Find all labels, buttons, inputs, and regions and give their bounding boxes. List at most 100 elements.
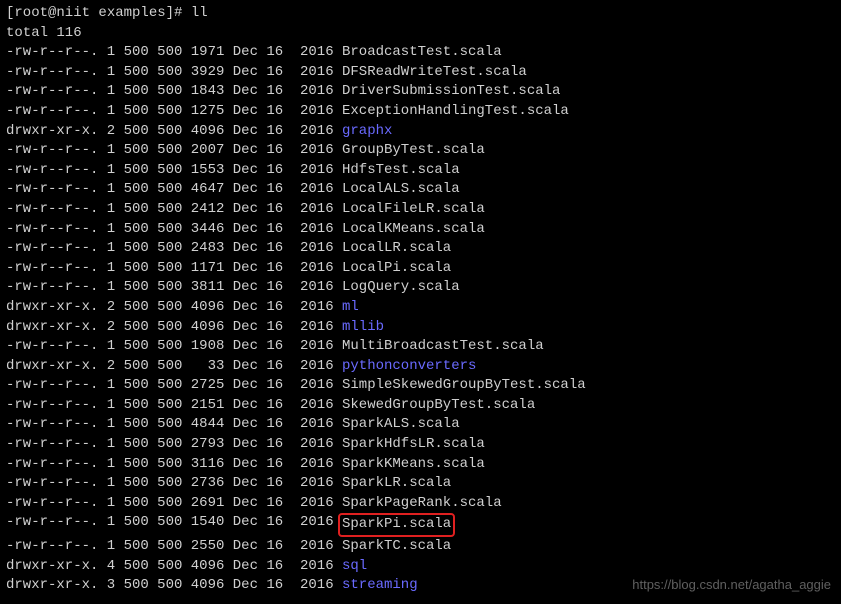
- terminal-prompt[interactable]: [root@niit examples]# ll: [6, 4, 835, 24]
- file-row: -rw-r--r--.15005001908Dec162016MultiBroa…: [6, 337, 835, 357]
- file-size: 4096: [182, 298, 224, 318]
- file-day: 16: [258, 63, 283, 83]
- file-year: 2016: [283, 180, 333, 200]
- file-year: 2016: [283, 415, 333, 435]
- file-size: 1275: [182, 102, 224, 122]
- file-link-count: 1: [98, 494, 115, 514]
- file-name: HdfsTest.scala: [342, 161, 460, 181]
- file-link-count: 1: [98, 474, 115, 494]
- file-size: 2691: [182, 494, 224, 514]
- file-owner: 500: [115, 82, 149, 102]
- file-owner: 500: [115, 376, 149, 396]
- file-row: -rw-r--r--.15005001553Dec162016HdfsTest.…: [6, 161, 835, 181]
- file-link-count: 2: [98, 318, 115, 338]
- file-month: Dec: [224, 415, 258, 435]
- file-size: 1843: [182, 82, 224, 102]
- file-listing: -rw-r--r--.15005001971Dec162016Broadcast…: [6, 43, 835, 596]
- file-permissions: -rw-r--r--.: [6, 43, 98, 63]
- file-day: 16: [258, 200, 283, 220]
- file-owner: 500: [115, 141, 149, 161]
- file-link-count: 1: [98, 415, 115, 435]
- file-link-count: 2: [98, 357, 115, 377]
- file-month: Dec: [224, 102, 258, 122]
- file-size: 2725: [182, 376, 224, 396]
- file-owner: 500: [115, 122, 149, 142]
- file-name: LocalALS.scala: [342, 180, 460, 200]
- file-size: 4096: [182, 318, 224, 338]
- file-month: Dec: [224, 298, 258, 318]
- file-year: 2016: [283, 455, 333, 475]
- file-owner: 500: [115, 396, 149, 416]
- file-owner: 500: [115, 200, 149, 220]
- file-year: 2016: [283, 357, 333, 377]
- file-month: Dec: [224, 537, 258, 557]
- file-day: 16: [258, 474, 283, 494]
- file-owner: 500: [115, 557, 149, 577]
- file-permissions: -rw-r--r--.: [6, 396, 98, 416]
- file-name: ExceptionHandlingTest.scala: [342, 102, 569, 122]
- file-month: Dec: [224, 513, 258, 537]
- file-permissions: drwxr-xr-x.: [6, 557, 98, 577]
- file-group: 500: [149, 220, 183, 240]
- file-link-count: 3: [98, 576, 115, 596]
- file-name: LogQuery.scala: [342, 278, 460, 298]
- file-permissions: -rw-r--r--.: [6, 82, 98, 102]
- file-link-count: 1: [98, 537, 115, 557]
- file-month: Dec: [224, 161, 258, 181]
- file-month: Dec: [224, 43, 258, 63]
- file-owner: 500: [115, 278, 149, 298]
- file-day: 16: [258, 415, 283, 435]
- file-name: GroupByTest.scala: [342, 141, 485, 161]
- file-owner: 500: [115, 494, 149, 514]
- file-size: 3116: [182, 455, 224, 475]
- file-name: BroadcastTest.scala: [342, 43, 502, 63]
- file-permissions: drwxr-xr-x.: [6, 357, 98, 377]
- file-owner: 500: [115, 537, 149, 557]
- total-line: total 116: [6, 24, 835, 44]
- file-year: 2016: [283, 102, 333, 122]
- file-owner: 500: [115, 513, 149, 537]
- file-group: 500: [149, 141, 183, 161]
- file-link-count: 1: [98, 141, 115, 161]
- file-year: 2016: [283, 337, 333, 357]
- file-name: SparkLR.scala: [342, 474, 451, 494]
- file-permissions: -rw-r--r--.: [6, 239, 98, 259]
- file-row: drwxr-xr-x.25005004096Dec162016ml: [6, 298, 835, 318]
- file-group: 500: [149, 537, 183, 557]
- file-size: 2550: [182, 537, 224, 557]
- file-size: 4096: [182, 122, 224, 142]
- file-day: 16: [258, 122, 283, 142]
- file-permissions: -rw-r--r--.: [6, 220, 98, 240]
- file-link-count: 1: [98, 513, 115, 537]
- file-year: 2016: [283, 494, 333, 514]
- file-day: 16: [258, 220, 283, 240]
- file-name: LocalFileLR.scala: [342, 200, 485, 220]
- file-month: Dec: [224, 200, 258, 220]
- file-link-count: 1: [98, 102, 115, 122]
- file-name: SparkKMeans.scala: [342, 455, 485, 475]
- file-link-count: 1: [98, 82, 115, 102]
- file-name: SparkPageRank.scala: [342, 494, 502, 514]
- file-year: 2016: [283, 239, 333, 259]
- file-row: -rw-r--r--.15005002725Dec162016SimpleSke…: [6, 376, 835, 396]
- file-group: 500: [149, 557, 183, 577]
- file-group: 500: [149, 474, 183, 494]
- file-permissions: drwxr-xr-x.: [6, 318, 98, 338]
- file-day: 16: [258, 43, 283, 63]
- file-group: 500: [149, 435, 183, 455]
- file-day: 16: [258, 396, 283, 416]
- file-owner: 500: [115, 455, 149, 475]
- file-month: Dec: [224, 259, 258, 279]
- file-link-count: 1: [98, 43, 115, 63]
- file-size: 4844: [182, 415, 224, 435]
- file-link-count: 1: [98, 259, 115, 279]
- file-day: 16: [258, 239, 283, 259]
- file-owner: 500: [115, 63, 149, 83]
- file-year: 2016: [283, 318, 333, 338]
- file-year: 2016: [283, 513, 333, 537]
- file-owner: 500: [115, 298, 149, 318]
- file-size: 2412: [182, 200, 224, 220]
- file-month: Dec: [224, 239, 258, 259]
- file-group: 500: [149, 494, 183, 514]
- file-owner: 500: [115, 102, 149, 122]
